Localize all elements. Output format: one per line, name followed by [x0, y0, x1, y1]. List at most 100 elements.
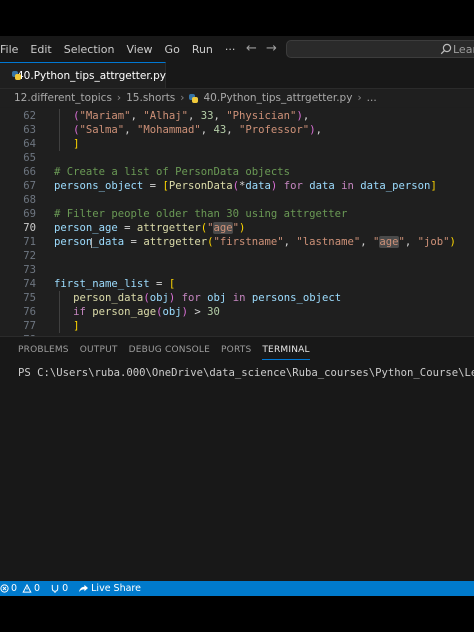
live-share-button[interactable]: Live Share — [78, 583, 141, 594]
code-token: "Professor" — [239, 124, 310, 136]
code-line[interactable]: 65 — [0, 151, 474, 165]
line-number: 74 — [23, 278, 36, 290]
code-line[interactable]: 74 first_name_list = [ — [0, 277, 474, 291]
tab-problems[interactable]: PROBLEMS — [0, 337, 80, 363]
ports-status[interactable]: 0 — [50, 583, 68, 594]
terminal-prompt[interactable]: PS C:\Users\ruba.000\OneDrive\data_scien… — [18, 367, 474, 379]
code-token: in — [232, 292, 246, 304]
code-token: data — [309, 180, 335, 192]
breadcrumb-folder-shorts[interactable]: 15.shorts — [126, 92, 175, 104]
code-token: obj — [207, 292, 227, 304]
breadcrumb: 12.different_topics › 15.shorts › 40.Pyt… — [0, 89, 474, 107]
code-token: 43 — [213, 124, 227, 136]
code-token: person_age — [54, 222, 118, 234]
code-line[interactable]: 77 ] — [0, 319, 474, 333]
code-token: = — [117, 222, 137, 234]
code-token: , — [302, 110, 310, 122]
breadcrumb-folder-different-topics[interactable]: 12.different_topics — [14, 92, 112, 104]
error-icon — [0, 584, 9, 593]
code-token: # Create a list of PersonData objects — [54, 166, 290, 178]
problems-status[interactable]: 0 0 — [0, 583, 40, 594]
code-token: "lastname" — [296, 236, 361, 248]
line-number: 68 — [23, 194, 36, 206]
code-line[interactable]: 66 # Create a list of PersonData objects — [0, 165, 474, 179]
line-number: 75 — [23, 292, 36, 304]
live-share-label: Live Share — [91, 583, 141, 594]
menu-edit[interactable]: Edit — [24, 43, 57, 56]
warning-count: 0 — [34, 583, 41, 594]
code-line[interactable]: 71 person_data = attrgetter("firstname", … — [0, 235, 474, 249]
tab-ports[interactable]: PORTS — [221, 337, 262, 363]
code-text: persons_object = [PersonData(*data) for … — [54, 179, 437, 193]
code-line[interactable]: 72 — [0, 249, 474, 263]
code-token: , — [283, 236, 297, 248]
code-token: persons_object — [54, 180, 144, 192]
menu-more[interactable]: ··· — [219, 43, 242, 56]
code-text: # Filter people older than 30 using attr… — [54, 207, 347, 221]
line-number: 71 — [23, 236, 36, 248]
code-token: [ — [168, 278, 176, 290]
tab-output[interactable]: OUTPUT — [80, 337, 129, 363]
code-token: = — [124, 236, 144, 248]
back-arrow-icon[interactable]: ← — [246, 41, 257, 56]
code-token: if — [73, 306, 86, 318]
code-token: 30 — [207, 306, 220, 318]
line-number: 62 — [23, 110, 36, 122]
code-line[interactable]: 76 if person_age(obj) > 30 — [0, 305, 474, 319]
bottom-panel: PROBLEMS OUTPUT DEBUG CONSOLE PORTS TERM… — [0, 336, 474, 582]
code-line[interactable]: 69 # Filter people older than 30 using at… — [0, 207, 474, 221]
menu-view[interactable]: View — [120, 43, 158, 56]
vscode-window: File Edit Selection View Go Run ··· ← → … — [0, 36, 474, 596]
code-text: first_name_list = [ — [54, 277, 175, 291]
line-number: 77 — [23, 320, 36, 332]
code-text: person_data(obj) for obj in persons_obje… — [54, 291, 341, 305]
code-token: person_data — [54, 236, 125, 248]
error-count: 0 — [11, 583, 18, 594]
code-line[interactable]: 64 ] — [0, 137, 474, 151]
code-line[interactable]: 62 ("Mariam", "Alhaj", 33, "Physician"), — [0, 109, 474, 123]
code-token: "Physician" — [226, 110, 297, 122]
code-line[interactable]: 63 ("Salma", "Mohammad", 43, "Professor"… — [0, 123, 474, 137]
code-line[interactable]: 68 — [0, 193, 474, 207]
code-token: , — [187, 110, 201, 122]
code-token: for — [181, 292, 201, 304]
code-token: , — [226, 124, 240, 136]
line-number: 73 — [23, 264, 36, 276]
code-text: if person_age(obj) > 30 — [54, 305, 220, 319]
code-editor[interactable]: 62 ("Mariam", "Alhaj", 33, "Physician"),… — [0, 108, 474, 336]
code-line[interactable]: 73 — [0, 263, 474, 277]
code-line[interactable]: 75 person_data(obj) for obj in persons_o… — [0, 291, 474, 305]
code-token: obj — [162, 306, 182, 318]
indent-guide — [59, 137, 60, 151]
code-token: age — [379, 236, 399, 248]
code-line[interactable]: 67 persons_object = [PersonData(*data) fo… — [0, 179, 474, 193]
live-share-icon — [79, 584, 89, 593]
line-number: 76 — [23, 306, 36, 318]
panel-tabs: PROBLEMS OUTPUT DEBUG CONSOLE PORTS TERM… — [0, 337, 474, 363]
breadcrumb-symbols[interactable]: ... — [367, 92, 377, 104]
breadcrumb-file[interactable]: 40.Python_tips_attrgetter.py — [203, 92, 352, 104]
search-icon — [440, 43, 452, 55]
tab-debug-console[interactable]: DEBUG CONSOLE — [129, 337, 221, 363]
code-token: attrgetter — [143, 236, 208, 248]
line-number: 63 — [23, 124, 36, 136]
code-line[interactable]: 70 person_age = attrgetter("age") — [0, 221, 474, 235]
chevron-right-icon: › — [180, 92, 185, 104]
tab-attrgetter-file[interactable]: 40.Python_tips_attrgetter.py — [0, 62, 166, 88]
menu-selection[interactable]: Selection — [58, 43, 121, 56]
menu-go[interactable]: Go — [159, 43, 186, 56]
code-text: ("Salma", "Mohammad", 43, "Professor"), — [54, 123, 322, 137]
code-token: , — [200, 124, 214, 136]
code-token: person_age — [92, 306, 157, 318]
tab-label: 40.Python_tips_attrgetter.py — [17, 69, 166, 82]
code-token: "Mohammad" — [136, 124, 201, 136]
forward-arrow-icon[interactable]: → — [266, 41, 277, 56]
mouse-cursor-icon — [91, 238, 92, 248]
status-bar: 0 0 0 Live Share — [0, 581, 474, 596]
menu-run[interactable]: Run — [186, 43, 219, 56]
command-center-search[interactable]: Learn_python — [286, 40, 474, 58]
menu-file[interactable]: File — [0, 43, 24, 56]
tab-terminal[interactable]: TERMINAL — [262, 337, 320, 363]
code-token: data — [245, 180, 271, 192]
